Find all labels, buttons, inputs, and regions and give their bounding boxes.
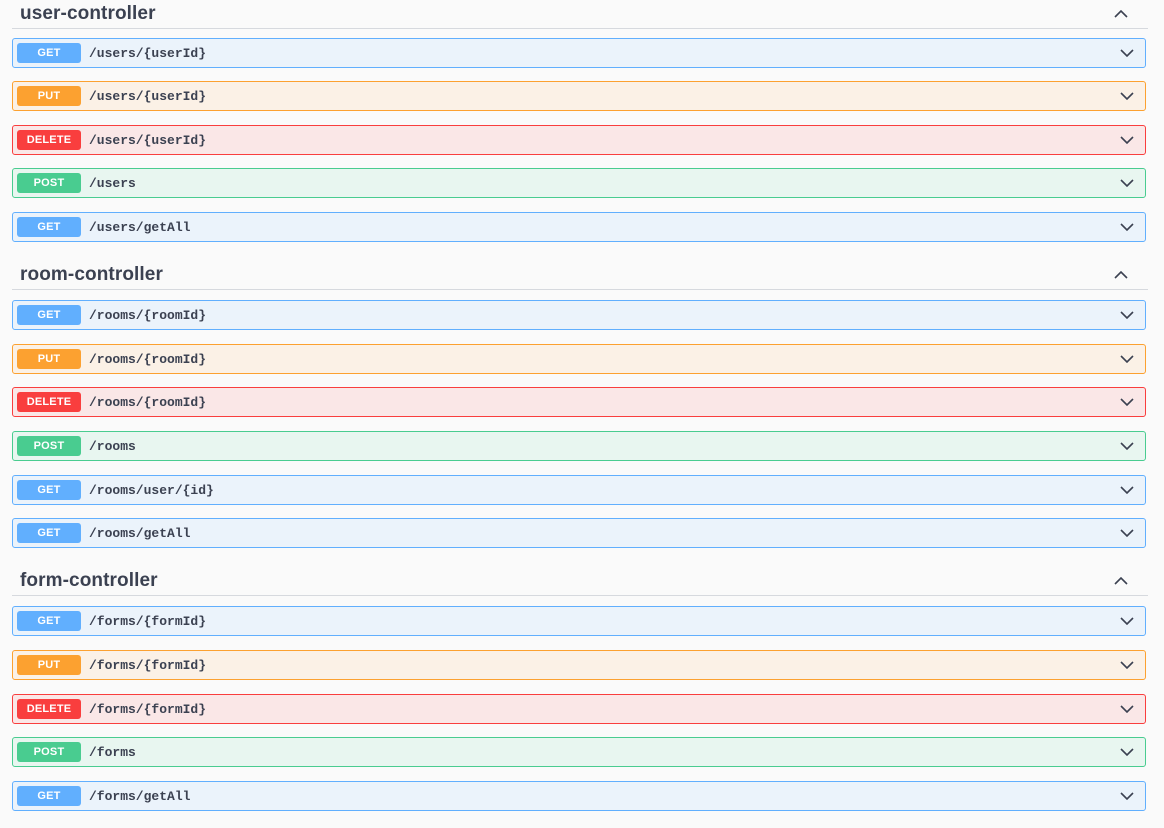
operation-row[interactable]: DELETE /forms/{formId} [12, 694, 1146, 724]
section-header[interactable]: form-controller [12, 567, 1148, 596]
operation-row[interactable]: PUT /users/{userId} [12, 81, 1146, 111]
chevron-up-icon[interactable] [1112, 266, 1130, 284]
operation-path: /rooms/{roomId} [89, 307, 207, 323]
method-badge: PUT [17, 655, 81, 675]
operation-path: /forms [89, 744, 136, 760]
chevron-down-icon[interactable] [1119, 613, 1135, 629]
section-title: room-controller [20, 264, 163, 285]
method-badge: DELETE [17, 130, 81, 150]
section-user-controller: user-controller [0, 0, 1164, 29]
method-badge: GET [17, 217, 81, 237]
method-badge: POST [17, 173, 81, 193]
operation-path: /rooms/getAll [89, 525, 191, 541]
method-badge: POST [17, 436, 81, 456]
operation-row[interactable]: DELETE /users/{userId} [12, 125, 1146, 155]
operation-row[interactable]: PUT /rooms/{roomId} [12, 344, 1146, 374]
method-badge: GET [17, 523, 81, 543]
chevron-down-icon[interactable] [1119, 88, 1135, 104]
chevron-down-icon[interactable] [1119, 307, 1135, 323]
chevron-down-icon[interactable] [1119, 525, 1135, 541]
operation-path: /rooms [89, 438, 136, 454]
section-header[interactable]: user-controller [12, 0, 1148, 29]
operation-path: /forms/{formId} [89, 657, 207, 673]
chevron-down-icon[interactable] [1119, 482, 1135, 498]
operation-row[interactable]: GET /rooms/user/{id} [12, 475, 1146, 505]
chevron-down-icon[interactable] [1119, 219, 1135, 235]
method-badge: GET [17, 611, 81, 631]
operation-path: /forms/{formId} [89, 613, 207, 629]
method-badge: GET [17, 786, 81, 806]
operation-row[interactable]: POST /rooms [12, 431, 1146, 461]
operation-row[interactable]: PUT /forms/{formId} [12, 650, 1146, 680]
section-header[interactable]: room-controller [12, 261, 1148, 290]
chevron-down-icon[interactable] [1119, 657, 1135, 673]
chevron-down-icon[interactable] [1119, 438, 1135, 454]
method-badge: PUT [17, 86, 81, 106]
chevron-down-icon[interactable] [1119, 701, 1135, 717]
operation-path: /users/{userId} [89, 132, 207, 148]
chevron-down-icon[interactable] [1119, 394, 1135, 410]
operation-row[interactable]: GET /users/getAll [12, 212, 1146, 242]
chevron-up-icon[interactable] [1112, 572, 1130, 590]
operation-path: /users/{userId} [89, 45, 207, 61]
chevron-down-icon[interactable] [1119, 351, 1135, 367]
operation-row[interactable]: GET /forms/getAll [12, 781, 1146, 811]
operation-row[interactable]: DELETE /rooms/{roomId} [12, 387, 1146, 417]
operation-path: /rooms/{roomId} [89, 394, 207, 410]
chevron-up-icon[interactable] [1112, 5, 1130, 23]
operation-path: /forms/{formId} [89, 701, 207, 717]
chevron-down-icon[interactable] [1119, 744, 1135, 760]
method-badge: GET [17, 480, 81, 500]
section-title: form-controller [20, 570, 158, 591]
operation-path: /forms/getAll [89, 788, 191, 804]
section-room-controller: room-controller [0, 261, 1164, 290]
method-badge: PUT [17, 349, 81, 369]
operation-path: /users [89, 175, 136, 191]
method-badge: GET [17, 43, 81, 63]
chevron-down-icon[interactable] [1119, 175, 1135, 191]
operation-row[interactable]: GET /forms/{formId} [12, 606, 1146, 636]
operation-path: /users/getAll [89, 219, 191, 235]
chevron-down-icon[interactable] [1119, 788, 1135, 804]
operation-row[interactable]: POST /forms [12, 737, 1146, 767]
section-title: user-controller [20, 3, 156, 24]
operation-path: /rooms/{roomId} [89, 351, 207, 367]
operation-row[interactable]: GET /users/{userId} [12, 38, 1146, 68]
swagger-operations-list: user-controller GET /users/{userId} PUT … [0, 0, 1164, 828]
method-badge: GET [17, 305, 81, 325]
chevron-down-icon[interactable] [1119, 45, 1135, 61]
method-badge: DELETE [17, 392, 81, 412]
method-badge: POST [17, 742, 81, 762]
operation-row[interactable]: POST /users [12, 168, 1146, 198]
method-badge: DELETE [17, 699, 81, 719]
chevron-down-icon[interactable] [1119, 132, 1135, 148]
operation-path: /rooms/user/{id} [89, 482, 214, 498]
section-form-controller: form-controller [0, 567, 1164, 596]
operation-row[interactable]: GET /rooms/{roomId} [12, 300, 1146, 330]
operation-row[interactable]: GET /rooms/getAll [12, 518, 1146, 548]
operation-path: /users/{userId} [89, 88, 207, 104]
